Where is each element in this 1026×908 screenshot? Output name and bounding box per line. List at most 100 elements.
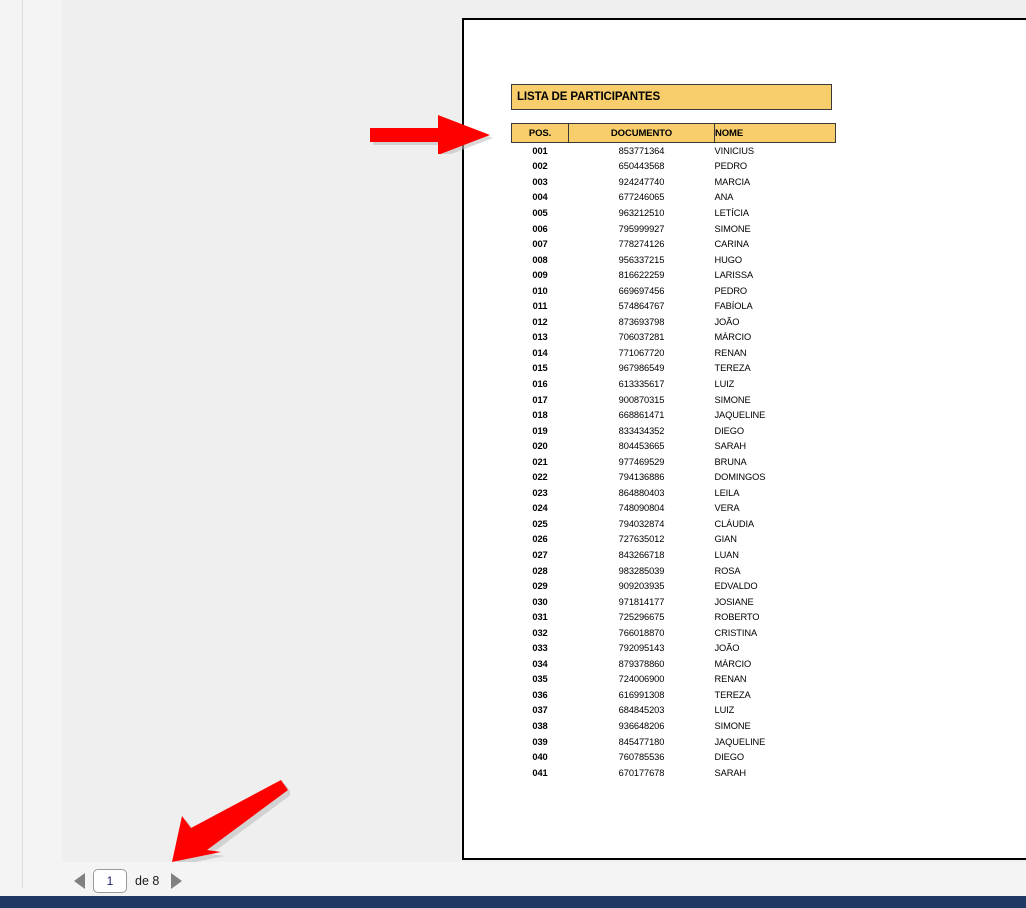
print-preview-window: LISTA DE PARTICIPANTES POS. DOCUMENTO NO…: [0, 0, 1026, 908]
next-page-button[interactable]: [165, 868, 187, 894]
table-row: 005 963212510 LETÍCIA: [512, 205, 836, 221]
table-row: 030 971814177 JOSIANE: [512, 594, 836, 610]
table-row: 029 909203935 EDVALDO: [512, 578, 836, 594]
cell-pos: 014: [532, 347, 548, 358]
cell-documento: 669697456: [618, 285, 665, 296]
cell-pos: 003: [532, 176, 548, 187]
cell-documento: 879378860: [618, 658, 665, 669]
cell-documento: 956337215: [618, 254, 665, 265]
cell-documento: 833434352: [618, 425, 665, 436]
cell-nome: CLÁUDIA: [714, 518, 755, 529]
cell-nome: SARAH: [714, 767, 747, 778]
cell-pos: 037: [532, 705, 548, 716]
cell-nome: LUIZ: [714, 378, 735, 389]
cell-nome: CRISTINA: [714, 627, 758, 638]
table-row: 009 816622259 LARISSA: [512, 267, 836, 283]
cell-pos: 013: [532, 332, 548, 343]
table-row: 007 778274126 CARINA: [512, 236, 836, 252]
cell-pos: 012: [532, 316, 548, 327]
cell-documento: 616991308: [618, 689, 665, 700]
cell-documento: 794032874: [618, 518, 665, 529]
cell-nome: SIMONE: [714, 223, 751, 234]
cell-pos: 034: [532, 658, 548, 669]
cell-nome: TEREZA: [714, 363, 751, 374]
table-row: 027 843266718 LUAN: [512, 547, 836, 563]
cell-nome: ROBERTO: [714, 612, 760, 623]
table-row: 028 983285039 ROSA: [512, 563, 836, 579]
table-row: 014 771067720 RENAN: [512, 345, 836, 361]
cell-pos: 018: [532, 410, 548, 421]
cell-pos: 016: [532, 378, 548, 389]
cell-nome: SIMONE: [714, 394, 751, 405]
cell-documento: 670177678: [618, 767, 665, 778]
cell-pos: 019: [532, 425, 548, 436]
cell-documento: 967986549: [618, 363, 665, 374]
cell-documento: 794136886: [618, 472, 665, 483]
cell-nome: LUAN: [714, 549, 740, 560]
cell-nome: SARAH: [714, 441, 747, 452]
table-row: 033 792095143 JOÃO: [512, 641, 836, 657]
cell-pos: 033: [532, 643, 548, 654]
cell-pos: 025: [532, 518, 548, 529]
cell-nome: JAQUELINE: [714, 410, 766, 421]
cell-documento: 684845203: [618, 705, 665, 716]
cell-pos: 008: [532, 254, 548, 265]
cell-nome: ANA: [714, 192, 734, 203]
table-row: 041 670177678 SARAH: [512, 765, 836, 781]
cell-nome: DIEGO: [714, 425, 745, 436]
triangle-left-icon: [73, 873, 85, 889]
table-header-row: POS. DOCUMENTO NOME: [511, 123, 836, 143]
cell-documento: 936648206: [618, 721, 665, 731]
cell-pos: 011: [532, 301, 548, 312]
cell-pos: 030: [532, 596, 548, 607]
table-row: 013 706037281 MÁRCIO: [512, 330, 836, 346]
cell-pos: 006: [532, 223, 548, 234]
table-row: 024 748090804 VERA: [512, 501, 836, 517]
cell-nome: JOÃO: [714, 643, 740, 654]
column-header-nome: NOME: [714, 123, 836, 143]
cell-documento: 924247740: [618, 176, 665, 187]
cell-documento: 760785536: [618, 752, 665, 763]
cell-documento: 853771364: [618, 145, 665, 156]
cell-nome: RENAN: [714, 347, 747, 358]
report-title: LISTA DE PARTICIPANTES: [511, 84, 832, 110]
cell-documento: 706037281: [618, 332, 665, 343]
cell-nome: TEREZA: [714, 689, 751, 700]
print-preview-pane: LISTA DE PARTICIPANTES POS. DOCUMENTO NO…: [62, 0, 1026, 864]
cell-pos: 041: [532, 767, 548, 778]
page-number-input[interactable]: [93, 869, 127, 893]
pagination-bar: de 8: [62, 862, 1026, 900]
table-row: 004 677246065 ANA: [512, 190, 836, 206]
cell-pos: 038: [532, 721, 548, 731]
cell-nome: JOÃO: [714, 316, 740, 327]
cell-documento: 778274126: [618, 239, 665, 250]
cell-nome: VERA: [714, 503, 740, 514]
cell-nome: LARISSA: [714, 270, 754, 281]
cell-documento: 804453665: [618, 441, 665, 452]
cell-pos: 031: [532, 612, 548, 623]
cell-pos: 026: [532, 534, 548, 545]
table-row: 038 936648206 SIMONE: [512, 718, 836, 734]
left-rail: [0, 0, 23, 888]
cell-pos: 027: [532, 549, 548, 560]
cell-pos: 020: [532, 441, 548, 452]
cell-pos: 004: [532, 192, 548, 203]
column-header-documento: DOCUMENTO: [568, 123, 715, 143]
previous-page-button[interactable]: [68, 868, 90, 894]
cell-nome: CARINA: [714, 239, 750, 250]
cell-documento: 845477180: [618, 736, 665, 747]
cell-documento: 748090804: [618, 503, 665, 514]
table-row: 022 794136886 DOMINGOS: [512, 469, 836, 485]
table-row: 016 613335617 LUIZ: [512, 376, 836, 392]
table-row: 023 864880403 LEILA: [512, 485, 836, 501]
cell-nome: BRUNA: [714, 456, 747, 467]
status-bar: [0, 896, 1026, 908]
table-row: 002 650443568 PEDRO: [512, 159, 836, 175]
cell-nome: PEDRO: [714, 161, 748, 172]
participants-report: LISTA DE PARTICIPANTES POS. DOCUMENTO NO…: [511, 84, 836, 780]
cell-nome: PEDRO: [714, 285, 748, 296]
table-row: 034 879378860 MÁRCIO: [512, 656, 836, 672]
cell-nome: LETÍCIA: [714, 207, 750, 218]
table-row: 006 795999927 SIMONE: [512, 221, 836, 237]
cell-pos: 009: [532, 270, 548, 281]
